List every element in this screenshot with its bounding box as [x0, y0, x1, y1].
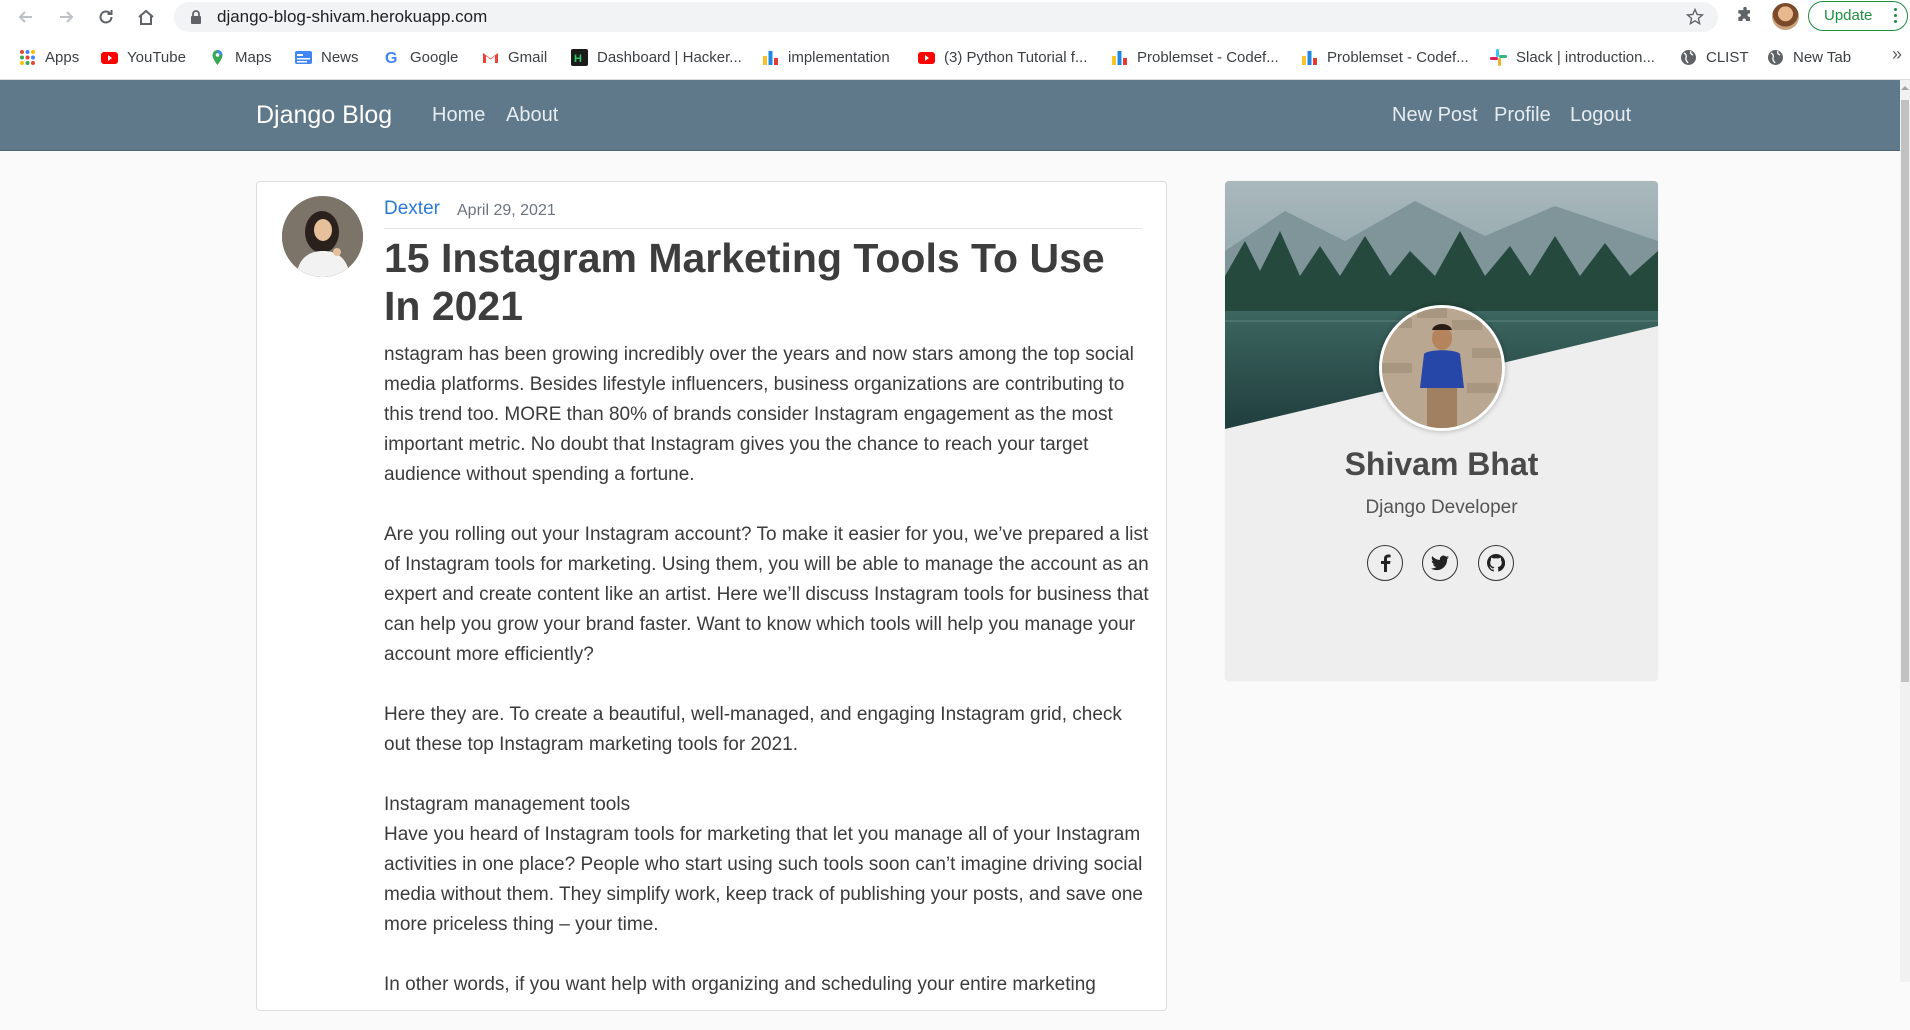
nav-home-link[interactable]: Home [432, 80, 485, 150]
reload-button[interactable] [94, 5, 118, 29]
bookmarks-bar: Apps YouTube Maps News G Google Gmail H … [0, 34, 1910, 80]
profile-card: Shivam Bhat Django Developer [1225, 181, 1658, 681]
facebook-icon [1381, 554, 1391, 572]
bookmark-hackerrank[interactable]: H Dashboard | Hacker... [571, 46, 742, 68]
bookmark-label: Gmail [508, 48, 548, 66]
bookmark-label: Maps [235, 48, 272, 66]
home-icon [138, 9, 154, 25]
address-bar[interactable]: django-blog-shivam.herokuapp.com [174, 2, 1718, 32]
reload-icon [99, 10, 113, 24]
post-paragraph: nstagram has been growing incredibly ove… [384, 344, 1134, 485]
scroll-up-arrow-icon[interactable] [1901, 82, 1909, 94]
bookmark-label: (3) Python Tutorial f... [944, 48, 1088, 66]
codeforces-icon [1302, 50, 1317, 65]
site-navbar: Django Blog Home About New Post Profile … [0, 80, 1900, 151]
forward-button[interactable] [54, 5, 78, 29]
globe-icon [1768, 49, 1783, 65]
github-icon [1487, 554, 1505, 572]
bookmark-problemset-2[interactable]: Problemset - Codef... [1301, 46, 1469, 68]
slack-icon [1490, 48, 1507, 66]
bookmark-gmail[interactable]: Gmail [482, 46, 547, 68]
nav-logout-link[interactable]: Logout [1570, 80, 1631, 150]
maps-pin-icon [212, 49, 223, 65]
hackerrank-icon: H [571, 48, 588, 66]
forward-arrow-icon [60, 11, 74, 23]
gmail-icon [483, 52, 498, 63]
update-button[interactable]: Update [1808, 1, 1908, 31]
bookmark-label: New Tab [1793, 48, 1852, 66]
bookmark-label: Slack | introduction... [1516, 48, 1655, 66]
codeforces-icon [1112, 50, 1127, 65]
post-body: nstagram has been growing incredibly ove… [384, 340, 1149, 1030]
extensions-puzzle-icon[interactable] [1735, 6, 1755, 26]
profile-name: Shivam Bhat [1344, 446, 1539, 482]
google-icon: G [385, 50, 397, 66]
bookmark-label: Dashboard | Hacker... [597, 48, 742, 66]
author-photo [282, 196, 363, 277]
bookmark-new-tab[interactable]: New Tab [1767, 46, 1851, 68]
author-avatar[interactable] [282, 196, 363, 277]
globe-icon [1681, 49, 1696, 65]
home-button[interactable] [134, 5, 158, 29]
post-author-link[interactable]: Dexter [384, 198, 440, 220]
bookmark-label: Google [410, 48, 459, 66]
bookmark-label: CLIST [1706, 48, 1749, 66]
github-link[interactable] [1478, 545, 1514, 581]
bookmark-implementation[interactable]: implementation [762, 46, 890, 68]
post-paragraph: Have you heard of Instagram tools for ma… [384, 824, 1143, 935]
bookmark-youtube[interactable]: YouTube [101, 46, 186, 68]
profile-photo [1382, 308, 1502, 428]
site-brand-link[interactable]: Django Blog [256, 80, 392, 151]
url-text: django-blog-shivam.herokuapp.com [217, 7, 488, 26]
update-label: Update [1824, 7, 1873, 24]
bookmark-label: Problemset - Codef... [1137, 48, 1279, 66]
bookmark-problemset-1[interactable]: Problemset - Codef... [1111, 46, 1279, 68]
bookmark-label: News [321, 48, 359, 66]
profile-role: Django Developer [1365, 497, 1518, 518]
browser-profile-avatar[interactable] [1772, 3, 1799, 30]
facebook-link[interactable] [1367, 545, 1403, 581]
youtube-icon [918, 51, 935, 64]
twitter-link[interactable] [1422, 545, 1458, 581]
bookmark-star-icon[interactable] [1686, 8, 1704, 26]
post-paragraph: In other words, if you want help with or… [384, 974, 1096, 995]
svg-text:H: H [574, 53, 582, 65]
bookmark-news[interactable]: News [295, 46, 359, 68]
svg-text:G: G [385, 50, 397, 66]
apps-grid-icon [20, 49, 35, 65]
twitter-icon [1431, 555, 1449, 571]
page-scrollbar-thumb[interactable] [1901, 100, 1909, 682]
bookmark-clist[interactable]: CLIST [1680, 46, 1749, 68]
bookmarks-overflow-chevron-icon[interactable]: » [1892, 44, 1902, 65]
youtube-icon [101, 51, 118, 64]
bookmark-python-tutorial[interactable]: (3) Python Tutorial f... [918, 46, 1087, 68]
post-meta: Dexter April 29, 2021 [384, 198, 1142, 229]
browser-toolbar: django-blog-shivam.herokuapp.com Update [0, 0, 1910, 34]
bookmark-label: YouTube [127, 48, 186, 66]
profile-avatar[interactable] [1379, 305, 1505, 431]
bookmark-maps[interactable]: Maps [209, 46, 272, 68]
bookmark-label: Apps [45, 48, 80, 66]
nav-about-link[interactable]: About [506, 80, 558, 150]
nav-profile-link[interactable]: Profile [1494, 80, 1551, 150]
codeforces-icon [763, 50, 778, 65]
google-news-icon [295, 50, 312, 64]
bookmark-slack[interactable]: Slack | introduction... [1490, 46, 1655, 68]
post-subheading: Instagram management tools [384, 794, 631, 815]
bookmark-label: Problemset - Codef... [1327, 48, 1469, 66]
bookmark-google[interactable]: G Google [384, 46, 458, 68]
nav-new-post-link[interactable]: New Post [1392, 80, 1478, 150]
post-paragraph: Here they are. To create a beautiful, we… [384, 704, 1122, 755]
more-menu-icon [1894, 8, 1898, 26]
bookmark-apps[interactable]: Apps [19, 46, 79, 68]
back-button[interactable] [14, 5, 38, 29]
post-article: Dexter April 29, 2021 15 Instagram Marke… [256, 181, 1167, 1011]
lock-icon [191, 10, 201, 24]
back-arrow-icon [18, 11, 32, 23]
post-paragraph: Are you rolling out your Instagram accou… [384, 524, 1149, 665]
bookmark-label: implementation [788, 48, 890, 66]
post-date: April 29, 2021 [457, 202, 556, 219]
post-title: 15 Instagram Marketing Tools To Use In 2… [384, 235, 1105, 329]
